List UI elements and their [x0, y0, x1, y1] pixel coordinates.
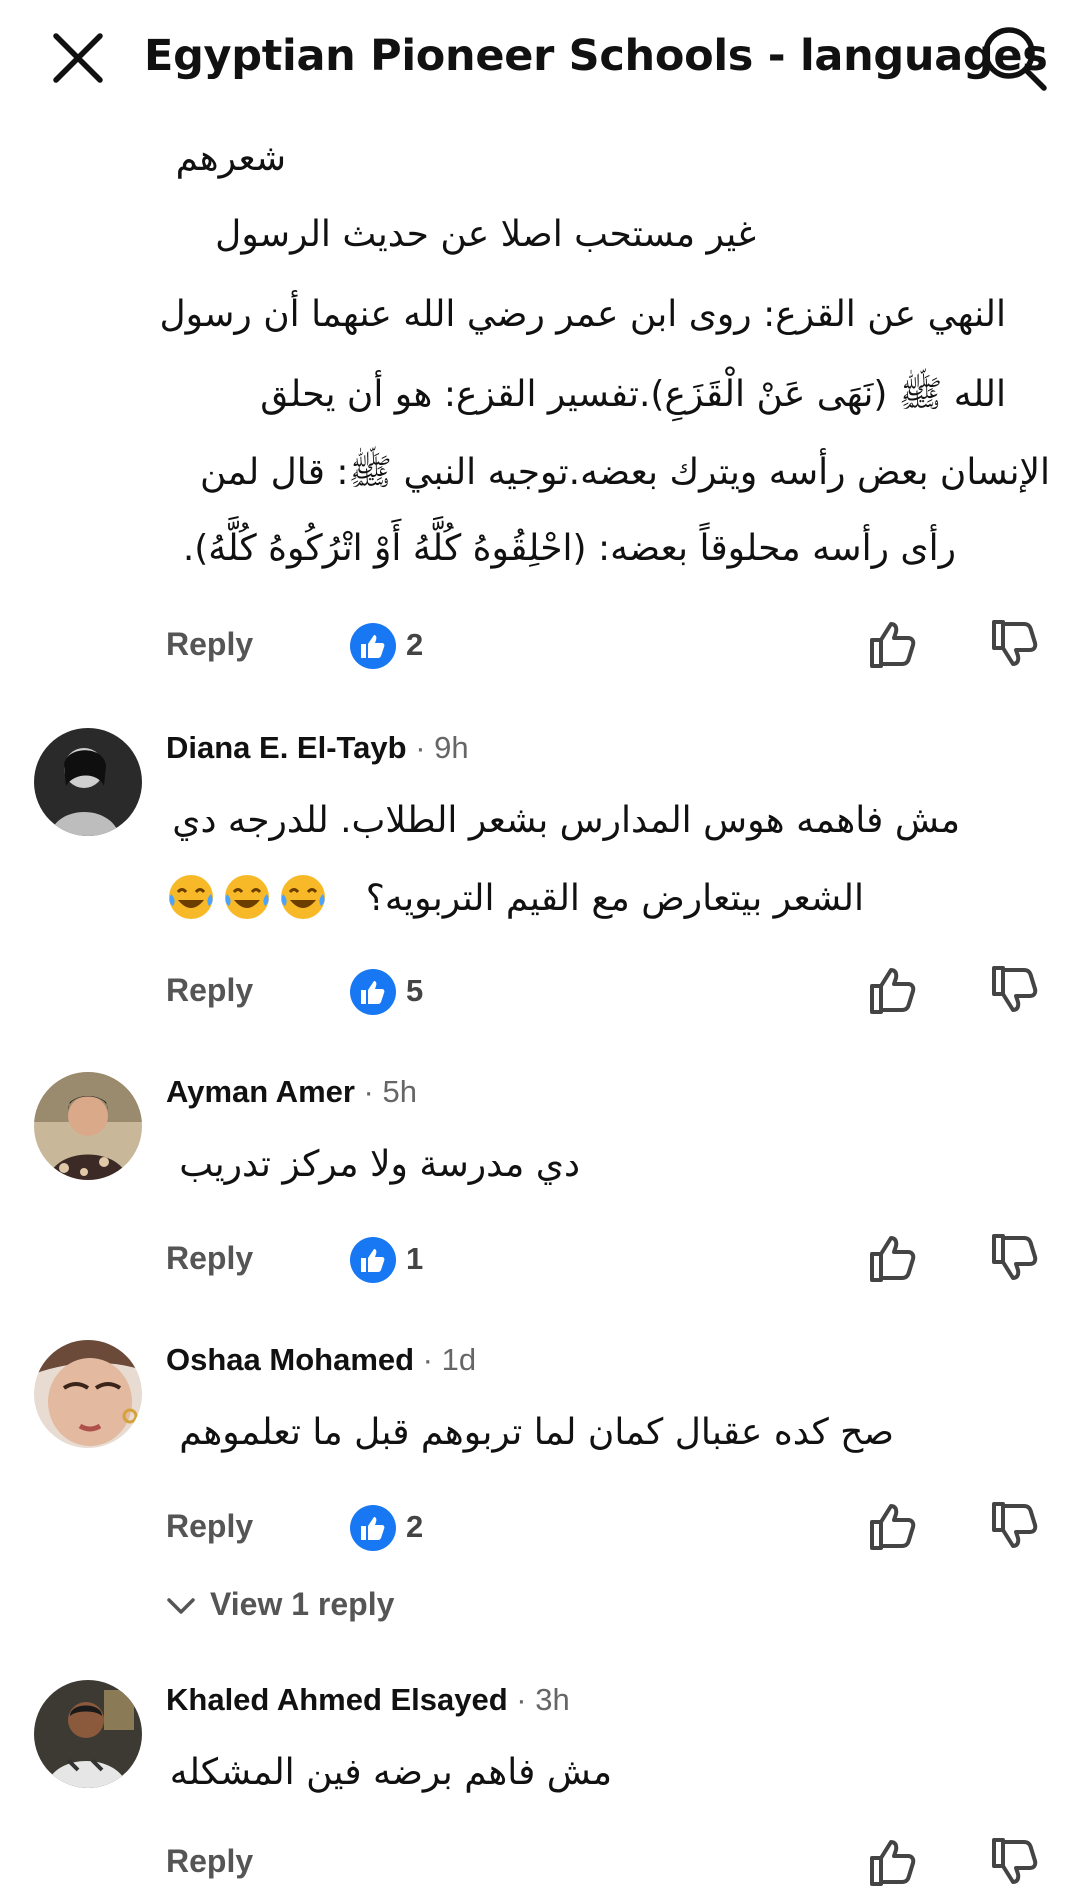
comment-text-line: شعرهم — [175, 138, 286, 179]
reply-button[interactable]: Reply — [166, 626, 253, 663]
top-bar: Egyptian Pioneer Schools - languages — [0, 0, 1080, 114]
avatar[interactable] — [34, 1072, 142, 1180]
comment-text-line: مش فاهمه هوس المدارس بشعر الطلاب. للدرجه… — [172, 800, 960, 841]
reply-button[interactable]: Reply — [166, 972, 253, 1009]
thumb-up-icon[interactable] — [868, 1500, 920, 1552]
like-badge-icon — [350, 1505, 396, 1551]
comment-text-line: الإنسان بعض رأسه ويترك بعضه.توجيه النبي … — [200, 452, 1050, 493]
reply-button[interactable]: Reply — [166, 1240, 253, 1277]
chevron-down-icon — [167, 1598, 195, 1614]
thumb-down-icon[interactable] — [990, 1500, 1042, 1552]
like-badge-icon — [350, 623, 396, 669]
reply-button[interactable]: Reply — [166, 1508, 253, 1545]
like-badge-icon — [350, 1237, 396, 1283]
comment-author[interactable]: Diana E. El-Tayb · 9h — [166, 730, 469, 766]
close-icon[interactable] — [48, 28, 108, 88]
thumb-up-icon[interactable] — [868, 618, 920, 670]
thumb-up-icon[interactable] — [868, 1232, 920, 1284]
emoji-row — [166, 872, 338, 928]
comment-text-line: الله ﷺ (نَهَى عَنْ الْقَزَعِ).تفسير القز… — [260, 374, 1006, 415]
reply-button[interactable]: Reply — [166, 1843, 253, 1880]
thumb-down-icon[interactable] — [990, 964, 1042, 1016]
thumb-up-icon[interactable] — [868, 964, 920, 1016]
laughing-tears-emoji — [281, 875, 325, 919]
search-icon[interactable] — [978, 22, 1050, 94]
thumb-down-icon[interactable] — [990, 618, 1042, 670]
thumb-down-icon[interactable] — [990, 1232, 1042, 1284]
comment-text-line: صح كده عقبال كمان لما تربوهم قبل ما تعلم… — [179, 1412, 894, 1453]
comment-author[interactable]: Oshaa Mohamed · 1d — [166, 1342, 476, 1378]
comment-text-line: رأى رأسه محلوقاً بعضه: (احْلِقُوهُ كُلَّ… — [182, 528, 956, 569]
thumb-down-icon[interactable] — [990, 1836, 1042, 1888]
avatar[interactable] — [34, 1340, 142, 1448]
laughing-tears-emoji — [169, 875, 213, 919]
laughing-tears-emoji — [225, 875, 269, 919]
comment-text-line: النهي عن القزع: روى ابن عمر رضي الله عنه… — [159, 294, 1006, 335]
thumb-up-icon[interactable] — [868, 1836, 920, 1888]
like-badge-icon — [350, 969, 396, 1015]
comment-author[interactable]: Ayman Amer · 5h — [166, 1074, 417, 1110]
comment-text-line: الشعر بيتعارض مع القيم التربويه؟ — [365, 878, 864, 919]
page-title: Egyptian Pioneer Schools - languages — [144, 31, 1048, 81]
comment-text-line: مش فاهم برضه فين المشكله — [169, 1752, 612, 1793]
comment-author[interactable]: Khaled Ahmed Elsayed · 3h — [166, 1682, 570, 1718]
comment-text-line: دي مدرسة ولا مركز تدريب — [179, 1144, 580, 1185]
avatar[interactable] — [34, 1680, 142, 1788]
comment-text-line: غير مستحب اصلا عن حديث الرسول — [215, 214, 756, 255]
avatar[interactable] — [34, 728, 142, 836]
